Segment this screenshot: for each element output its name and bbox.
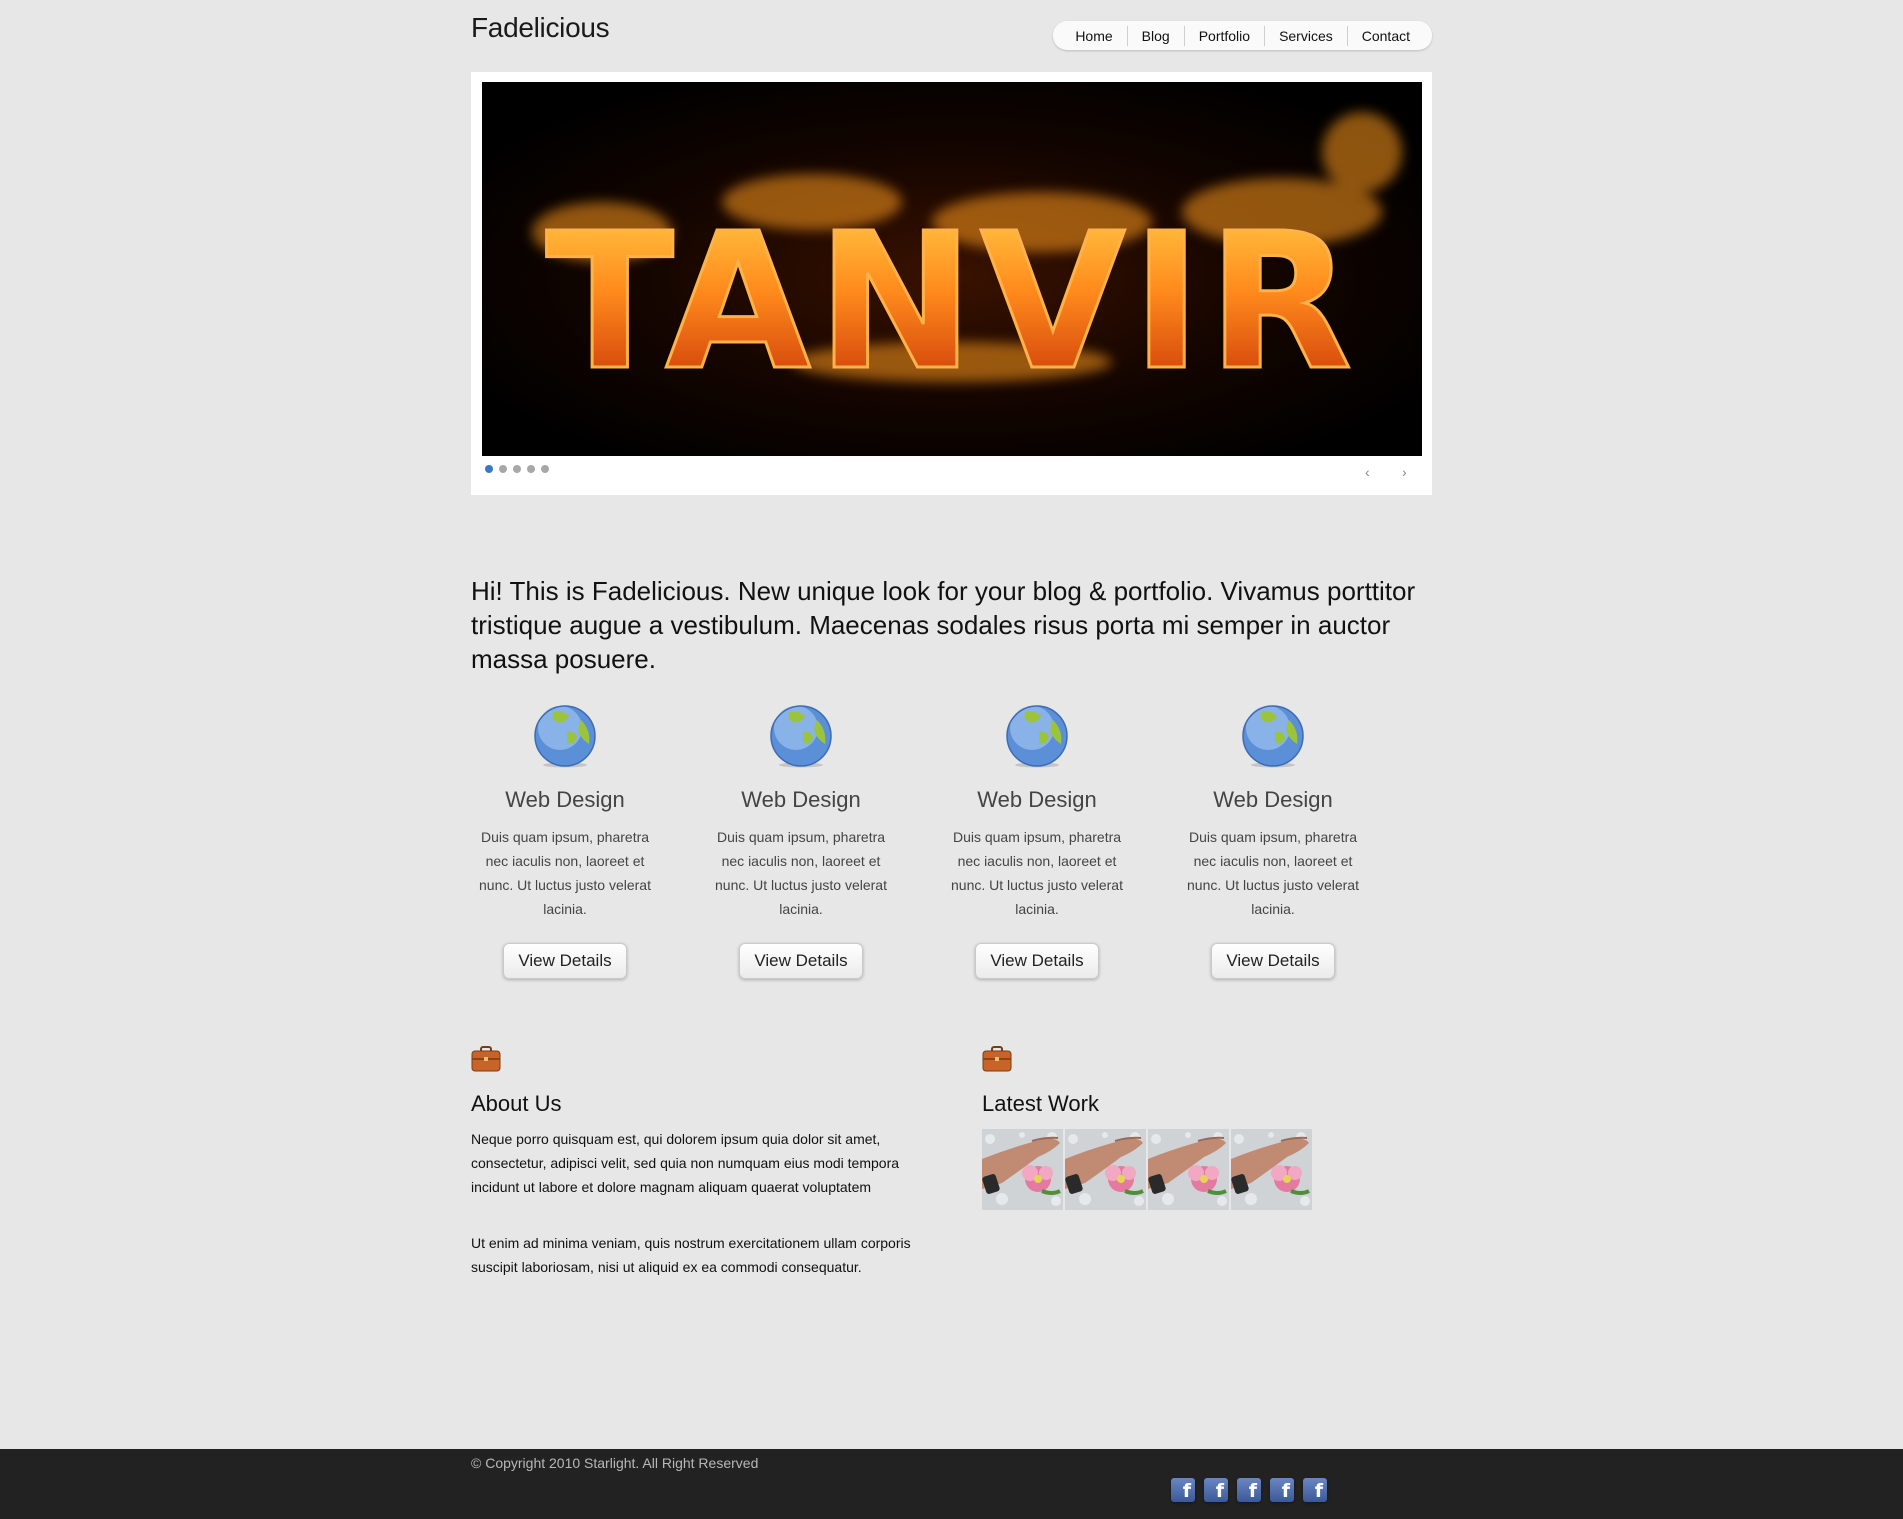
nav-portfolio[interactable]: Portfolio (1183, 25, 1264, 46)
facebook-icon[interactable]: f (1303, 1478, 1327, 1502)
about-paragraph: Neque porro quisquam est, qui dolorem ip… (471, 1131, 900, 1195)
view-details-button[interactable]: View Details (503, 943, 627, 979)
feature-title: Web Design (977, 787, 1097, 812)
slider-dot[interactable] (541, 465, 549, 473)
slider-dot[interactable] (513, 465, 521, 473)
slider-dot[interactable] (499, 465, 507, 473)
feature-title: Web Design (1213, 787, 1333, 812)
about-title: About Us (471, 1091, 562, 1116)
intro-text: Hi! This is Fadelicious. New unique look… (471, 576, 1416, 674)
globe-icon (1006, 705, 1068, 768)
copyright-text: © Copyright 2010 Starlight. All Right Re… (471, 1455, 759, 1471)
site-logo[interactable]: Fadelicious (471, 12, 610, 44)
feature-title: Web Design (505, 787, 625, 812)
social-links: fffff (1171, 1478, 1327, 1502)
work-thumbnail[interactable] (1065, 1129, 1146, 1210)
slide-image[interactable]: TANVIR (482, 82, 1422, 456)
globe-icon (770, 705, 832, 768)
feature-card: Web Design Duis quam ipsum, pharetra nec… (1179, 704, 1367, 979)
feature-card: Web Design Duis quam ipsum, pharetra nec… (471, 704, 659, 979)
footer: © Copyright 2010 Starlight. All Right Re… (0, 1449, 1903, 1519)
work-thumbnail[interactable] (982, 1129, 1063, 1210)
briefcase-icon (471, 1046, 501, 1072)
nav-services[interactable]: Services (1264, 25, 1347, 46)
globe-icon (534, 705, 596, 768)
nav-home[interactable]: Home (1061, 26, 1126, 46)
banner-text: TANVIR (546, 193, 1359, 412)
view-details-button[interactable]: View Details (1211, 943, 1335, 979)
facebook-icon[interactable]: f (1270, 1478, 1294, 1502)
slider-dot[interactable] (527, 465, 535, 473)
view-details-button[interactable]: View Details (975, 943, 1099, 979)
work-thumbnail[interactable] (1231, 1129, 1312, 1210)
nav-contact[interactable]: Contact (1346, 25, 1424, 46)
view-details-button[interactable]: View Details (739, 943, 863, 979)
chevron-left-icon[interactable]: ‹ (1365, 465, 1370, 479)
fire-banner-image: TANVIR (482, 82, 1422, 456)
chevron-right-icon[interactable]: › (1402, 465, 1407, 479)
main-nav: Home Blog Portfolio Services Contact (1053, 21, 1432, 50)
about-section: About Us Neque porro quisquam est, qui d… (471, 1046, 931, 1279)
slider-dot[interactable] (485, 465, 493, 473)
feature-card: Web Design Duis quam ipsum, pharetra nec… (707, 704, 895, 979)
facebook-icon[interactable]: f (1237, 1478, 1261, 1502)
feature-title: Web Design (741, 787, 861, 812)
slider-pagination (485, 465, 549, 473)
globe-icon (1242, 705, 1304, 768)
work-thumbnail[interactable] (1148, 1129, 1229, 1210)
facebook-icon[interactable]: f (1204, 1478, 1228, 1502)
feature-text: Duis quam ipsum, pharetra nec iaculis no… (479, 829, 651, 917)
briefcase-icon (982, 1046, 1012, 1072)
latest-work-title: Latest Work (982, 1091, 1099, 1116)
feature-text: Duis quam ipsum, pharetra nec iaculis no… (715, 829, 887, 917)
nav-blog[interactable]: Blog (1126, 25, 1184, 46)
latest-work-section: Latest Work (982, 1046, 1312, 1210)
feature-text: Duis quam ipsum, pharetra nec iaculis no… (1187, 829, 1359, 917)
facebook-icon[interactable]: f (1171, 1478, 1195, 1502)
feature-card: Web Design Duis quam ipsum, pharetra nec… (943, 704, 1131, 979)
about-paragraph: Ut enim ad minima veniam, quis nostrum e… (471, 1235, 911, 1275)
feature-text: Duis quam ipsum, pharetra nec iaculis no… (951, 829, 1123, 917)
image-slider: TANVIR ‹ › (471, 72, 1432, 495)
work-thumbnails (982, 1129, 1312, 1210)
